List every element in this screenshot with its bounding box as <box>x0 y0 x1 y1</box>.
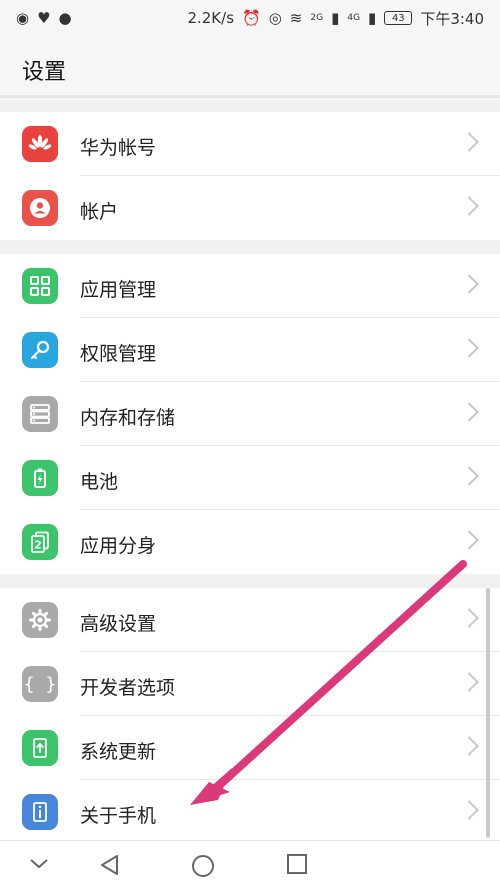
network-2g: 2G <box>310 13 324 23</box>
settings-item-label: 帐户 <box>80 201 119 223</box>
status-bar: ◉ ♥ ● 2.2K/s ⏰ ◎ ≋ 2G ▮ 4G ▮ 43 下午3:40 <box>0 0 500 36</box>
alarm-icon: ⏰ <box>242 9 261 27</box>
settings-item-label: 系统更新 <box>80 741 157 763</box>
battery-indicator: 43 <box>384 11 413 25</box>
chevron-right-icon <box>459 466 479 486</box>
settings-list: 华为帐号 帐户 应用管理 权限管理 内存和存储 电池 2 应用分身 高级设置 {… <box>0 100 500 844</box>
settings-item-storage[interactable]: 内存和存储 <box>0 382 500 446</box>
settings-item-label: 应用管理 <box>80 279 157 301</box>
settings-group-account: 华为帐号 帐户 <box>0 112 500 240</box>
collapse-icon[interactable] <box>28 856 50 872</box>
home-icon[interactable] <box>190 853 216 879</box>
settings-item-advanced[interactable]: 高级设置 <box>0 588 500 652</box>
settings-item-huawei-account[interactable]: 华为帐号 <box>0 112 500 176</box>
svg-text:2: 2 <box>34 539 42 552</box>
settings-item-label: 关于手机 <box>80 805 157 827</box>
app-bar: 设置 <box>0 36 500 98</box>
settings-item-permissions[interactable]: 权限管理 <box>0 318 500 382</box>
recents-icon[interactable] <box>286 853 308 875</box>
settings-item-battery[interactable]: 电池 <box>0 446 500 510</box>
chevron-right-icon <box>459 800 479 820</box>
braces-icon: { } <box>22 666 58 702</box>
settings-item-developer[interactable]: { } 开发者选项 <box>0 652 500 716</box>
scrollbar[interactable] <box>486 588 490 838</box>
chevron-right-icon <box>459 274 479 294</box>
huawei-icon <box>22 126 58 162</box>
settings-item-label: 应用分身 <box>80 535 157 557</box>
chevron-right-icon <box>459 196 479 216</box>
settings-item-app-twin[interactable]: 2 应用分身 <box>0 510 500 574</box>
settings-item-label: 华为帐号 <box>80 137 157 159</box>
apps-icon <box>22 268 58 304</box>
chevron-right-icon <box>459 132 479 152</box>
chevron-right-icon <box>459 672 479 692</box>
battery-icon <box>22 460 58 496</box>
settings-item-system-update[interactable]: 系统更新 <box>0 716 500 780</box>
settings-item-app-management[interactable]: 应用管理 <box>0 254 500 318</box>
chevron-right-icon <box>459 530 479 550</box>
settings-item-about-phone[interactable]: 关于手机 <box>0 780 500 844</box>
health-icon: ♥ <box>37 9 51 27</box>
settings-item-label: 内存和存储 <box>80 407 176 429</box>
signal-icon: ▮ <box>331 9 340 27</box>
update-icon <box>22 730 58 766</box>
settings-group-system: 高级设置 { } 开发者选项 系统更新 关于手机 <box>0 588 500 844</box>
network-4g: 4G <box>347 13 361 23</box>
info-icon <box>22 794 58 830</box>
clock: 下午3:40 <box>420 9 484 28</box>
eye-icon: ◎ <box>268 9 282 27</box>
settings-item-label: 开发者选项 <box>80 677 176 699</box>
settings-item-label: 电池 <box>80 471 119 493</box>
chevron-right-icon <box>459 736 479 756</box>
chevron-right-icon <box>459 608 479 628</box>
chevron-right-icon <box>459 338 479 358</box>
settings-item-accounts[interactable]: 帐户 <box>0 176 500 240</box>
storage-icon <box>22 396 58 432</box>
gear-icon <box>22 602 58 638</box>
page-title: 设置 <box>22 60 67 85</box>
back-icon[interactable] <box>98 853 122 877</box>
account-icon <box>22 190 58 226</box>
system-nav-bar <box>0 840 500 890</box>
wifi-icon: ≋ <box>289 9 303 27</box>
network-speed: 2.2K/s <box>187 9 235 27</box>
weibo-icon: ◉ <box>16 9 30 27</box>
settings-item-label: 高级设置 <box>80 613 157 635</box>
key-icon <box>22 332 58 368</box>
settings-item-label: 权限管理 <box>80 343 157 365</box>
app-twin-icon: 2 <box>22 524 58 560</box>
chevron-right-icon <box>459 402 479 422</box>
moon-icon: ● <box>58 9 72 27</box>
signal-icon-2: ▮ <box>368 9 377 27</box>
settings-group-apps: 应用管理 权限管理 内存和存储 电池 2 应用分身 <box>0 254 500 574</box>
